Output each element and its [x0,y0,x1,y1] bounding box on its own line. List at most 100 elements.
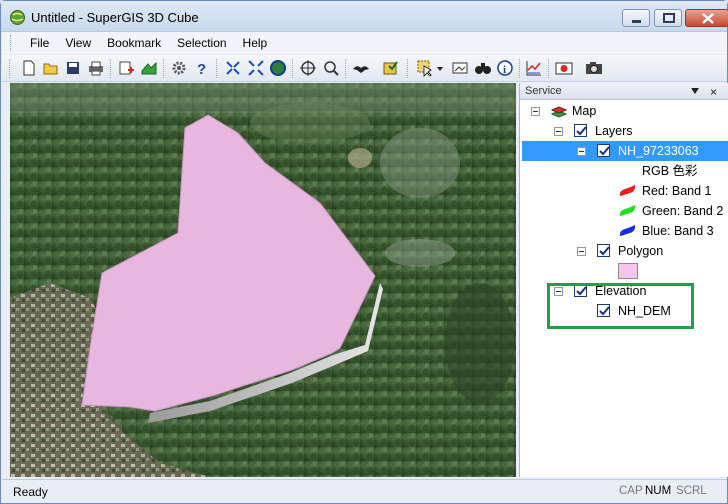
toolbar-separator [519,59,520,78]
dropdown-icon [437,67,443,71]
caps-lock-indicator: CAP [619,485,643,497]
toolbar-separator [163,59,164,78]
print-button[interactable] [86,58,106,78]
full-extent-icon [270,60,286,76]
pin-dropdown-icon[interactable] [690,87,700,96]
toolbar-grip [9,59,10,78]
settings-icon [172,61,186,75]
zoom-out-button[interactable] [246,58,266,78]
minimize-button[interactable] [622,9,650,27]
find-icon [475,63,491,74]
tree-node-green-band: Green: Band 2 [642,204,724,218]
add-layer-icon [119,61,134,75]
toolbar-separator [216,59,217,78]
find-button[interactable] [473,58,493,78]
chart-button[interactable] [524,58,544,78]
maximize-icon [663,13,675,23]
red-band-swatch-icon [619,185,636,196]
menu-bar: File View Bookmark Selection Help [2,32,727,54]
service-panel: Service × Map Layers NH_97233063 RGB 色彩 [519,83,728,477]
terrain-scene [10,83,516,477]
tree-collapse-map[interactable] [531,107,540,116]
polygon-layer-checkbox[interactable] [597,244,610,257]
close-icon [702,13,714,24]
record-button[interactable] [554,58,574,78]
toolbar-separator [407,59,408,78]
zoom-out-icon [248,60,264,76]
minimize-icon [632,20,641,23]
save-button[interactable] [63,58,83,78]
menu-bookmark[interactable]: Bookmark [99,32,169,54]
tree-node-layers[interactable]: Layers [595,121,633,141]
layers-checkbox[interactable] [574,124,587,137]
help-button[interactable]: ? [192,58,212,78]
zoom-in-button[interactable] [223,58,243,78]
fly-button[interactable] [351,58,371,78]
toolbar: ? i [2,55,727,82]
tree-node-polygon[interactable]: Polygon [618,241,663,261]
tree-collapse-raster[interactable] [577,147,586,156]
menu-file[interactable]: File [22,32,57,54]
raster-layer-checkbox[interactable] [597,144,610,157]
app-window: Untitled - SuperGIS 3D Cube File View Bo… [0,0,728,504]
menu-view[interactable]: View [57,32,99,54]
add-data-icon [141,61,157,75]
svg-text:?: ? [197,61,206,78]
elevation-highlight-box [547,283,694,329]
panel-close-icon[interactable]: × [710,85,717,99]
menu-help[interactable]: Help [235,32,276,54]
toolbar-separator [292,59,293,78]
toolbar-separator [345,59,346,78]
select-dropdown-button[interactable] [435,58,445,78]
window-title: Untitled - SuperGIS 3D Cube [31,10,199,25]
full-extent-button[interactable] [268,58,288,78]
image-button[interactable] [450,58,470,78]
green-band-swatch-icon [619,205,636,216]
tree-collapse-layers[interactable] [554,127,563,136]
maximize-button[interactable] [654,9,682,27]
open-icon [43,63,58,75]
service-panel-title: Service [525,85,562,97]
tree-node-raster-layer[interactable]: NH_97233063 [618,141,699,161]
app-globe-icon [10,10,25,25]
catalog-button[interactable] [381,58,401,78]
pan-button[interactable] [298,58,318,78]
identify-button[interactable]: i [495,58,515,78]
help-icon: ? [197,61,206,78]
select-button[interactable] [415,58,435,78]
title-bar: Untitled - SuperGIS 3D Cube [1,1,728,32]
toolbar-separator [110,59,111,78]
zoom-tool-button[interactable] [321,58,341,78]
check-icon [599,246,610,256]
num-lock-indicator: NUM [645,485,672,497]
tree-node-red-band: Red: Band 1 [642,184,712,198]
record-icon [555,62,573,75]
svg-text:i: i [503,64,506,76]
add-layer-button[interactable] [116,58,136,78]
tree-collapse-polygon[interactable] [577,247,586,256]
camera-button[interactable] [584,58,604,78]
new-button[interactable] [19,58,39,78]
open-button[interactable] [41,58,61,78]
pan-icon [300,60,316,76]
rgb-renderer-label: RGB 色彩 [642,164,698,178]
menu-selection[interactable]: Selection [169,32,234,54]
settings-button[interactable] [169,58,189,78]
check-icon [576,126,587,136]
scroll-lock-indicator: SCRL [676,485,707,497]
new-icon [23,60,35,76]
map-view-3d[interactable] [10,83,516,477]
add-data-button[interactable] [139,58,159,78]
map-layers-icon [550,106,568,118]
check-icon [599,146,610,156]
zoom-tool-icon [324,61,339,76]
identify-icon: i [497,60,513,76]
fly-icon [353,66,369,73]
tree-node-blue-band: Blue: Band 3 [642,224,714,238]
close-button[interactable] [685,9,728,27]
tree-node-map[interactable]: Map [572,101,596,121]
select-icon [417,60,432,77]
menu-grip [10,35,13,51]
camera-icon [586,62,602,74]
service-panel-header: Service × [520,83,728,100]
